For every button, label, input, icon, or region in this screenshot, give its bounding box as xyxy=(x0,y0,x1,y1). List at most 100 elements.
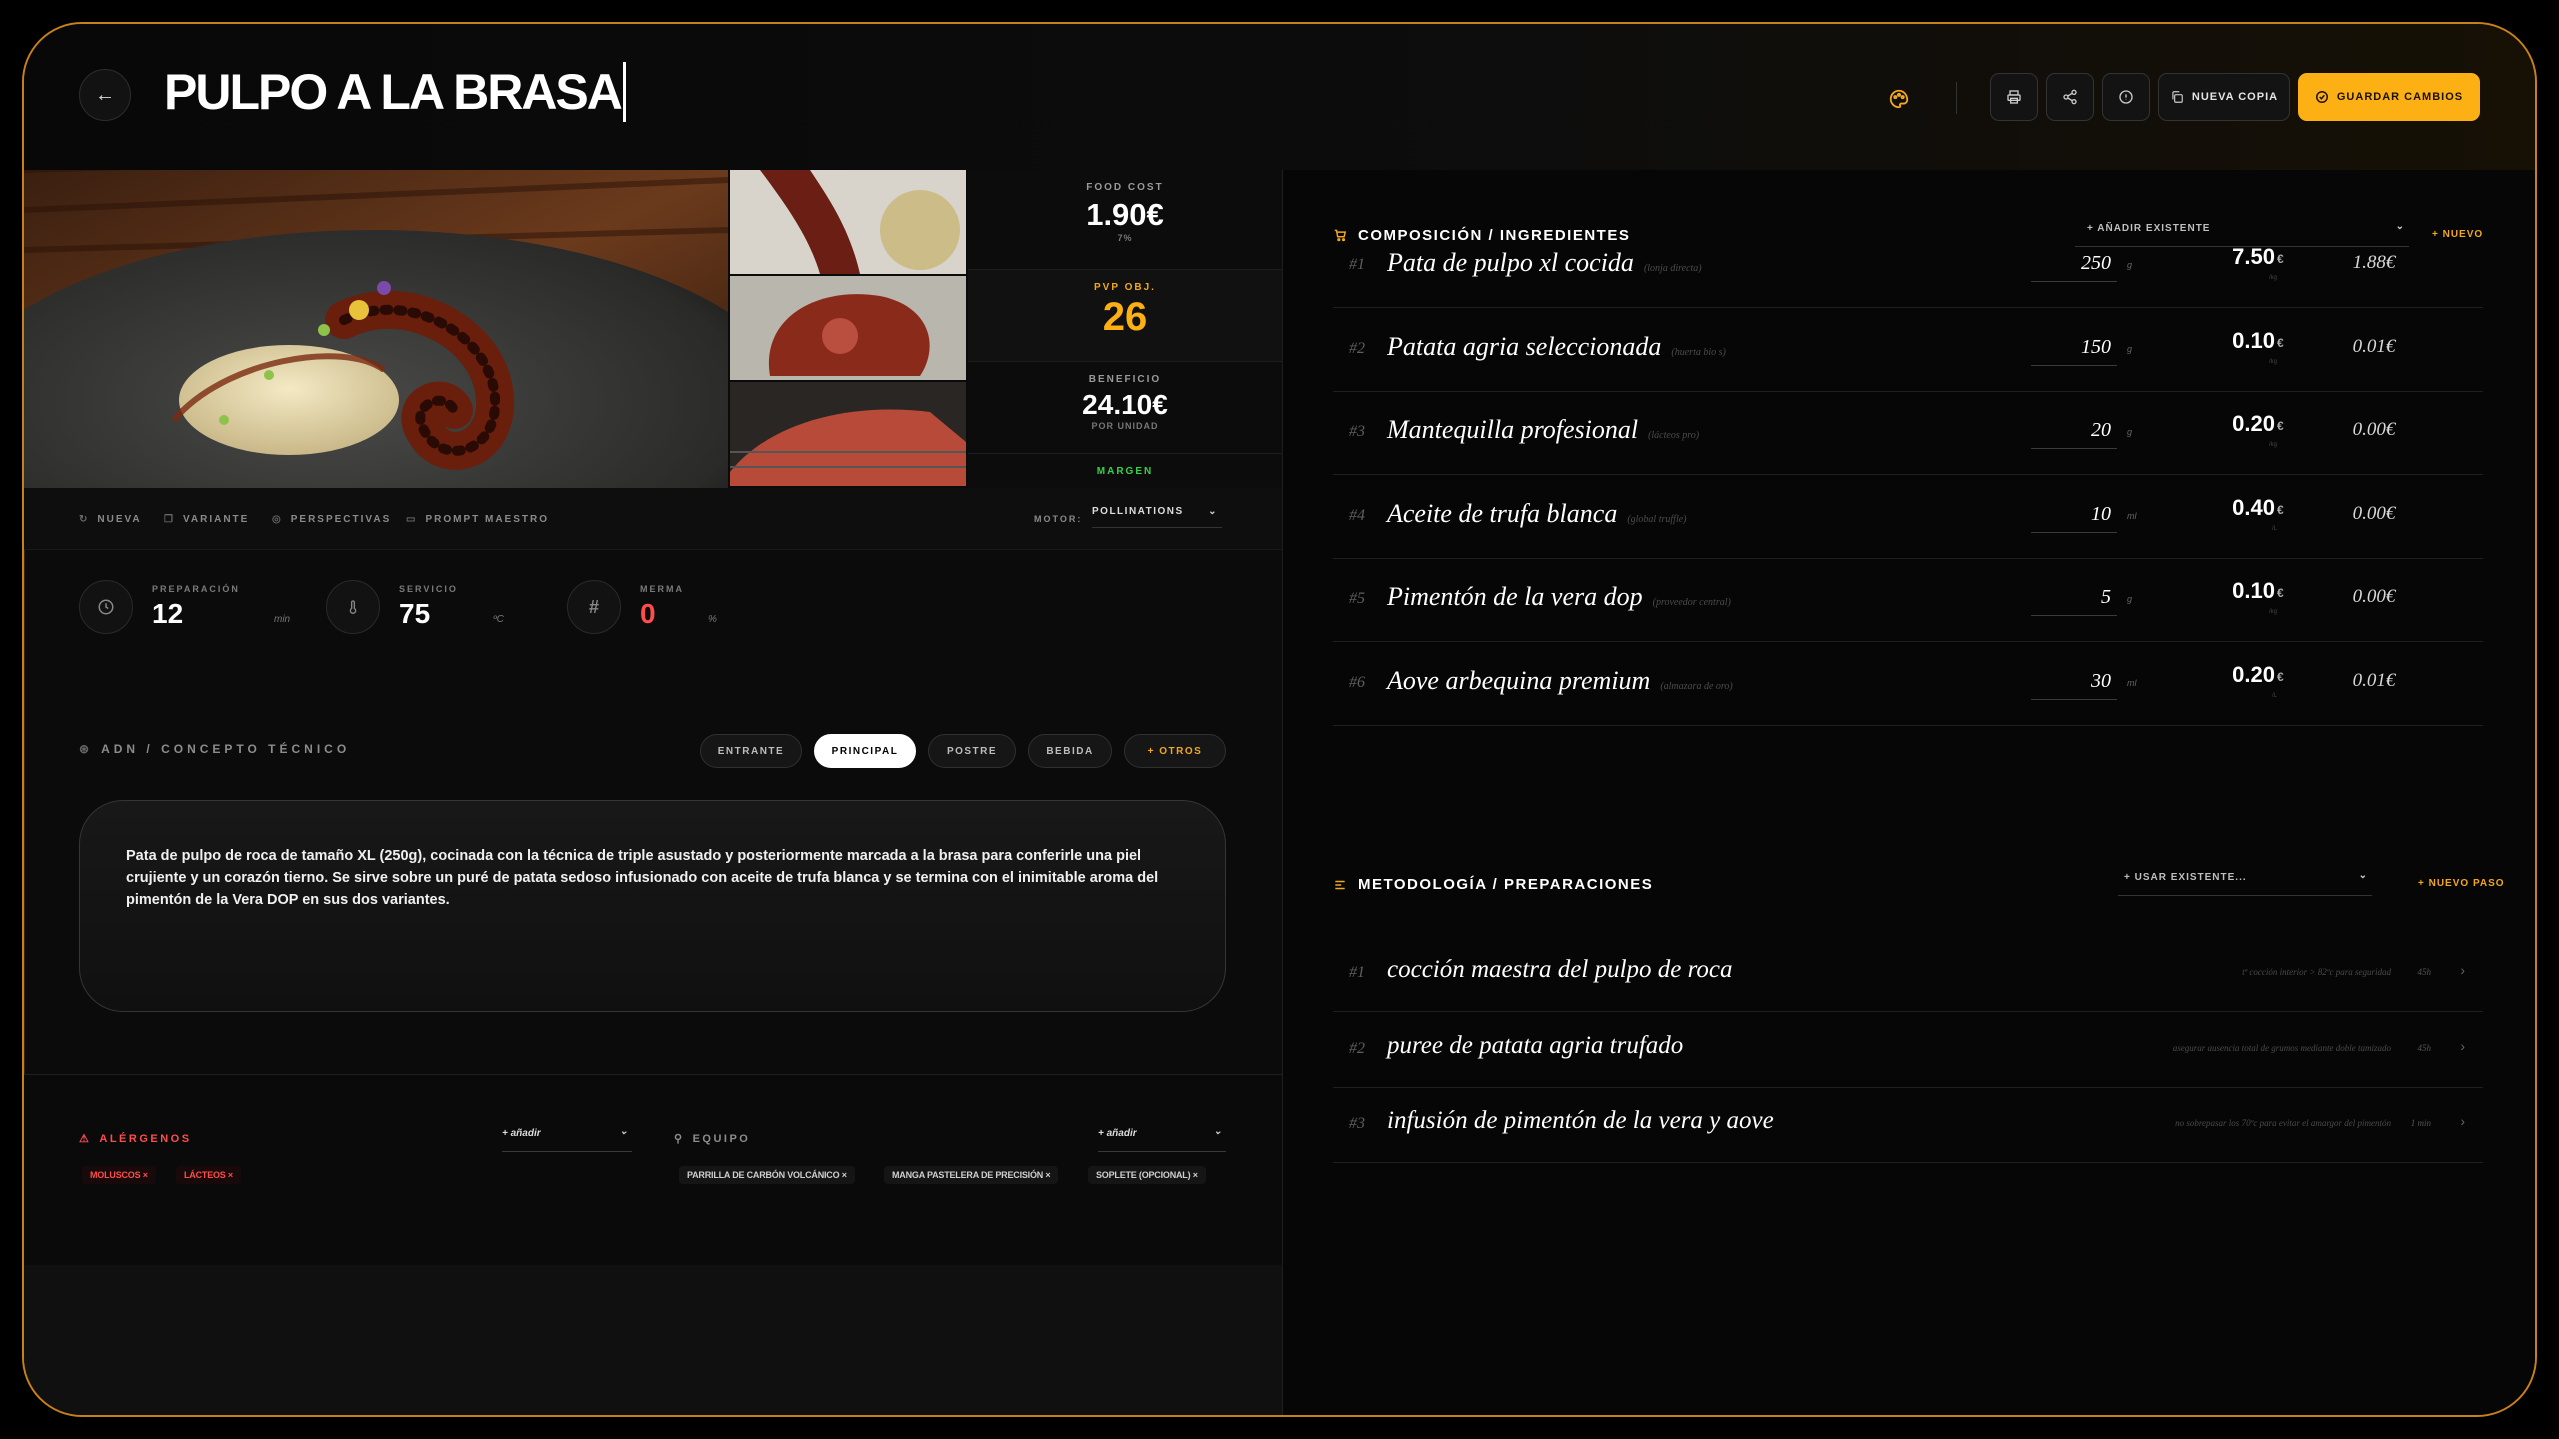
ingredient-name-text: Mantequilla profesional xyxy=(1387,415,1639,445)
category-postre[interactable]: POSTRE xyxy=(928,734,1016,768)
unit-price[interactable]: 7.50 xyxy=(2193,244,2275,270)
quantity-input[interactable]: 30 xyxy=(2031,670,2117,700)
category-principal[interactable]: PRINCIPAL xyxy=(814,734,916,768)
cost-metrics: FOOD COST 1.90€ 7% PVP OBJ. 26 BENEFICIO… xyxy=(968,170,1282,488)
step-row[interactable]: #2 puree de patata agria trufado asegurar … xyxy=(1333,1012,2483,1088)
unit-price[interactable]: 0.20 xyxy=(2193,662,2275,688)
price-unit: /L xyxy=(2271,525,2277,532)
chevron-right-icon[interactable]: › xyxy=(2460,962,2465,978)
step-row[interactable]: #3 infusión de pimentón de la vera y aove… xyxy=(1333,1087,2483,1163)
step-row[interactable]: #1 cocción maestra del pulpo de roca tª co… xyxy=(1333,936,2483,1012)
thumbnail-1[interactable] xyxy=(730,170,966,274)
allergen-chip-lacteos[interactable]: LÁCTEOS × xyxy=(176,1166,241,1184)
recipe-title-input[interactable]: PULPO A LA BRASA xyxy=(164,62,626,122)
equipment-chip-manga[interactable]: MANGA PASTELERA DE PRECISIÓN × xyxy=(884,1166,1059,1184)
back-button[interactable]: ← xyxy=(79,69,131,121)
ingredient-name[interactable]: Pata de pulpo xl cocida (lonja directa) xyxy=(1387,248,1702,278)
allergens-add-select[interactable]: + añadir ⌄ xyxy=(502,1126,632,1152)
technical-stats: PREPARACIÓN 12 min SERVICIO 75 ºC # MERM… xyxy=(24,550,1282,690)
new-copy-button[interactable]: NUEVA COPIA xyxy=(2158,73,2290,121)
ingredient-name[interactable]: Aceite de trufa blanca (global truffle) xyxy=(1387,499,1687,529)
ingredient-row[interactable]: #5 Pimentón de la vera dop (proveedor cent… xyxy=(1333,558,2483,643)
ingredient-row[interactable]: #4 Aceite de trufa blanca (global truffle)… xyxy=(1333,475,2483,559)
ingredient-name[interactable]: Patata agria seleccionada (huerta bio s) xyxy=(1387,332,1726,362)
new-step-link[interactable]: + NUEVO PASO xyxy=(2418,878,2505,889)
save-changes-button[interactable]: GUARDAR CAMBIOS xyxy=(2298,73,2480,121)
dish-main-image[interactable] xyxy=(24,170,728,488)
new-copy-label: NUEVA COPIA xyxy=(2191,91,2279,103)
pvp-card[interactable]: PVP OBJ. 26 xyxy=(968,270,1282,362)
wrench-icon: ⚲ xyxy=(674,1133,685,1145)
unit-price[interactable]: 0.10 xyxy=(2193,578,2275,604)
chevron-right-icon[interactable]: › xyxy=(2460,1113,2465,1129)
master-prompt-button[interactable]: ▭ PROMPT MAESTRO xyxy=(406,514,549,525)
step-name[interactable]: cocción maestra del pulpo de roca xyxy=(1387,956,1733,984)
variant-button[interactable]: ❐ VARIANTE xyxy=(164,514,249,525)
equipment-chip-parrilla[interactable]: PARRILLA DE CARBÓN VOLCÁNICO × xyxy=(679,1166,855,1184)
new-image-button[interactable]: ↻ NUEVA xyxy=(79,514,142,525)
arrow-left-icon: ← xyxy=(95,83,115,106)
ingredient-name[interactable]: Pimentón de la vera dop (proveedor centra… xyxy=(1387,582,1731,612)
quantity-input[interactable]: 20 xyxy=(2031,419,2117,450)
chevron-right-icon[interactable]: › xyxy=(2460,1038,2465,1054)
pvp-value[interactable]: 26 xyxy=(968,295,1282,340)
line-total: 0.00€ xyxy=(2352,502,2396,524)
line-total: 0.00€ xyxy=(2352,586,2396,608)
service-temp-value[interactable]: 75 xyxy=(399,598,430,630)
unit-price[interactable]: 0.10 xyxy=(2193,328,2275,354)
ingredient-row[interactable]: #3 Mantequilla profesional (lácteos pro) 20… xyxy=(1333,391,2483,476)
waste-value[interactable]: 0 xyxy=(640,598,656,630)
top-bar: ← PULPO A LA BRASA NUEVA COPIA GUARDAR C… xyxy=(24,24,2535,170)
concept-description-textarea[interactable]: Pata de pulpo de roca de tamaño XL (250g… xyxy=(79,800,1226,1012)
allergens-title-text: ALÉRGENOS xyxy=(99,1133,192,1145)
equipment-chip-soplete[interactable]: SOPLETE (OPCIONAL) × xyxy=(1088,1166,1206,1184)
food-cost-card: FOOD COST 1.90€ 7% xyxy=(968,170,1282,270)
category-bebida[interactable]: BEBIDA xyxy=(1028,734,1112,768)
ingredient-row[interactable]: #2 Patata agria seleccionada (huerta bio s… xyxy=(1333,308,2483,392)
food-cost-percent: 7% xyxy=(1117,233,1133,243)
ingredient-row[interactable]: #1 Pata de pulpo xl cocida (lonja directa)… xyxy=(1333,224,2483,308)
category-otros[interactable]: + OTROS xyxy=(1124,734,1226,768)
step-time: 1 min xyxy=(2410,1118,2431,1128)
unit-price[interactable]: 0.20 xyxy=(2193,411,2275,437)
step-name[interactable]: infusión de pimentón de la vera y aove xyxy=(1387,1107,1774,1135)
margin-label: MARGEN xyxy=(1096,466,1154,477)
perspectives-button[interactable]: ◎ PERSPECTIVAS xyxy=(272,514,391,525)
quantity-input[interactable]: 5 xyxy=(2031,586,2117,617)
profit-sub: POR UNIDAD xyxy=(1091,421,1159,431)
prep-time-value[interactable]: 12 xyxy=(152,598,183,630)
quantity-input[interactable]: 250 xyxy=(2031,252,2117,282)
concept-title-text: ADN / CONCEPTO TÉCNICO xyxy=(101,742,351,756)
step-name[interactable]: puree de patata agria trufado xyxy=(1387,1032,1683,1060)
step-number: #2 xyxy=(1349,1039,1365,1057)
equipment-add-select[interactable]: + añadir ⌄ xyxy=(1098,1126,1226,1152)
thumbnail-3[interactable] xyxy=(730,382,966,486)
category-entrante[interactable]: ENTRANTE xyxy=(700,734,802,768)
margin-card: MARGEN xyxy=(968,454,1282,488)
printer-icon xyxy=(2007,90,2021,104)
new-image-label: NUEVA xyxy=(97,514,142,525)
fingerprint-icon: ⊛ xyxy=(79,742,94,756)
line-total: 0.01€ xyxy=(2352,670,2396,691)
row-number: #4 xyxy=(1349,506,1365,524)
ingredient-name[interactable]: Aove arbequina premium (almazara de oro) xyxy=(1387,666,1733,696)
thumbnail-2[interactable] xyxy=(730,276,966,380)
info-button[interactable] xyxy=(2102,73,2150,121)
print-button[interactable] xyxy=(1990,73,2038,121)
save-changes-label: GUARDAR CAMBIOS xyxy=(2336,91,2464,103)
engine-select[interactable]: POLLINATIONS ⌄ xyxy=(1092,506,1222,528)
unit-price[interactable]: 0.40 xyxy=(2193,495,2275,521)
quantity-input[interactable]: 150 xyxy=(2031,336,2117,366)
quantity-input[interactable]: 10 xyxy=(2031,503,2117,533)
use-existing-step-select[interactable]: + USAR EXISTENTE... ⌄ xyxy=(2118,870,2372,896)
currency-symbol: € xyxy=(2277,335,2284,350)
ingredient-name[interactable]: Mantequilla profesional (lácteos pro) xyxy=(1387,415,1699,445)
palette-icon[interactable] xyxy=(1884,84,1914,114)
ingredient-row[interactable]: #6 Aove arbequina premium (almazara de oro… xyxy=(1333,642,2483,726)
app-window: ← PULPO A LA BRASA NUEVA COPIA GUARDAR C… xyxy=(22,22,2537,1417)
allergen-chip-moluscos[interactable]: MOLUSCOS × xyxy=(82,1166,156,1184)
eye-icon: ◎ xyxy=(272,514,283,525)
quantity-unit: g xyxy=(2127,260,2133,270)
share-button[interactable] xyxy=(2046,73,2094,121)
pvp-label: PVP OBJ. xyxy=(1094,282,1156,293)
